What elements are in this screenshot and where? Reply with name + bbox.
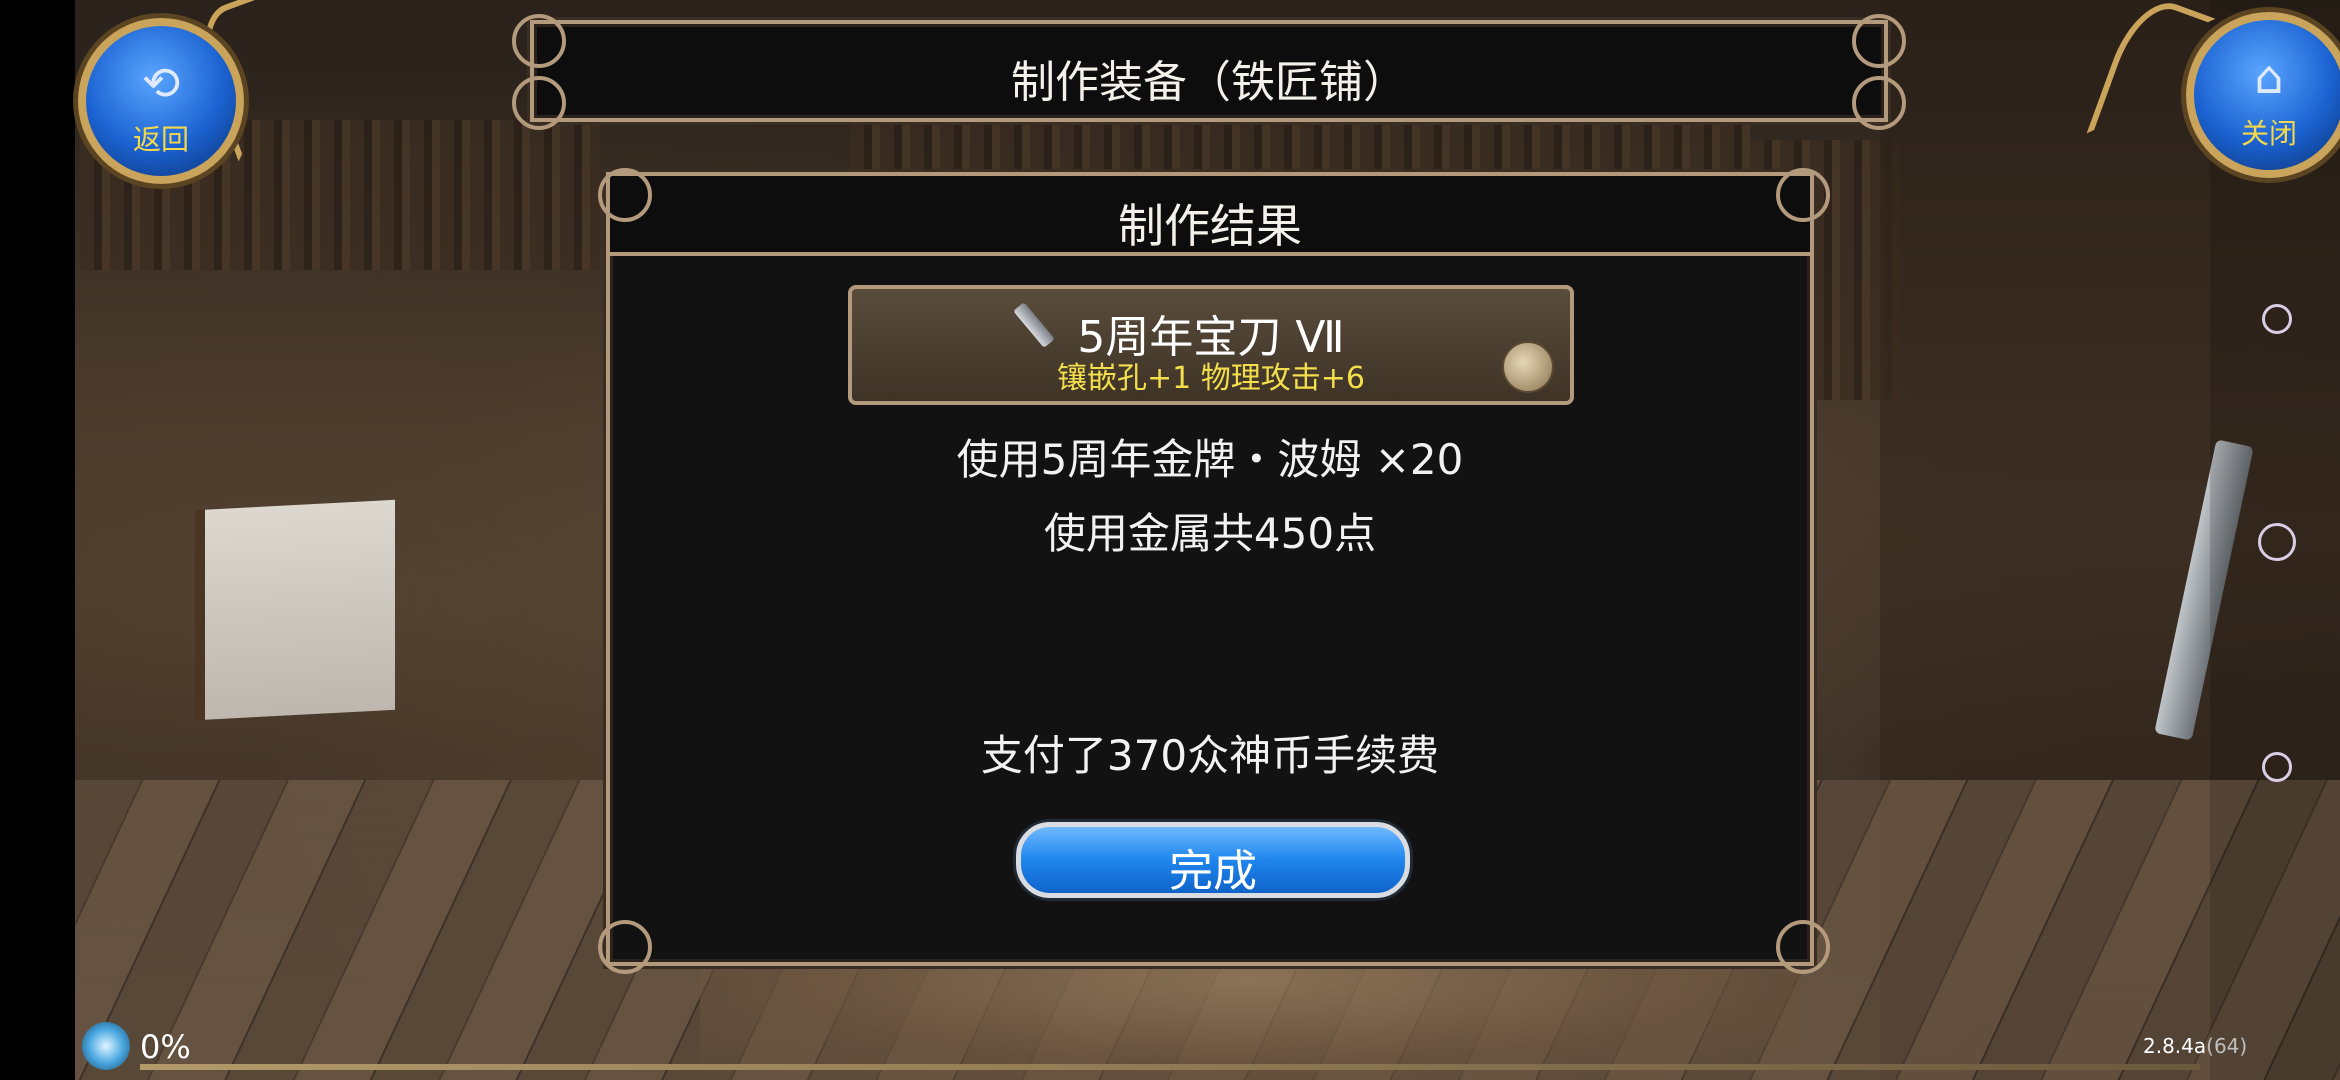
done-button[interactable]: 完成: [1016, 822, 1410, 898]
ornament-corner: [512, 76, 566, 130]
bottom-progress-line: [140, 1064, 2200, 1070]
result-panel-title: 制作结果: [1118, 199, 1302, 253]
canvas-easel: [195, 499, 395, 721]
page-title: 制作装备（铁匠铺）: [1011, 57, 1407, 108]
ornament-corner: [598, 168, 652, 222]
nav-recent-button[interactable]: [2262, 304, 2292, 334]
version-build: (64): [2206, 1034, 2248, 1058]
version-number: 2.8.4a: [2143, 1034, 2207, 1058]
title-bar: 制作装备（铁匠铺）: [530, 20, 1888, 122]
close-button-label: 关闭: [2240, 117, 2297, 150]
back-arrow-icon: ⟲: [141, 56, 181, 110]
nav-back-button[interactable]: [2262, 752, 2292, 782]
done-button-label: 完成: [1169, 846, 1257, 897]
progress-text: 0%: [140, 1028, 191, 1066]
ornament-corner: [1852, 14, 1906, 68]
home-icon: ⌂: [2254, 50, 2284, 104]
version-text: 2.8.4a(64): [2143, 1034, 2247, 1058]
crafted-item-card[interactable]: 5周年宝刀 Ⅶ 镶嵌孔+1 物理攻击+6: [848, 285, 1574, 405]
nav-home-button[interactable]: [2258, 523, 2296, 561]
result-panel-header: 制作结果: [610, 176, 1810, 256]
left-black-bar: [0, 0, 75, 1080]
ornament-corner: [598, 920, 652, 974]
back-button[interactable]: ⟲ 返回: [78, 18, 244, 184]
fee-text: 支付了370众神币手续费: [980, 731, 1440, 780]
back-button-label: 返回: [132, 123, 189, 156]
ornament-corner: [1852, 76, 1906, 130]
used-metal-text: 使用金属共450点: [1043, 509, 1377, 558]
anvil-icon: [1502, 341, 1554, 393]
ornament-corner: [1776, 168, 1830, 222]
ornament-corner: [1776, 920, 1830, 974]
ornament-corner: [512, 14, 566, 68]
item-stats: 镶嵌孔+1 物理攻击+6: [1057, 361, 1365, 396]
used-medal-text: 使用5周年金牌・波姆 ×20: [956, 435, 1464, 484]
close-button[interactable]: ⌂ 关闭: [2186, 12, 2340, 178]
progress-orb-icon: [82, 1022, 130, 1070]
